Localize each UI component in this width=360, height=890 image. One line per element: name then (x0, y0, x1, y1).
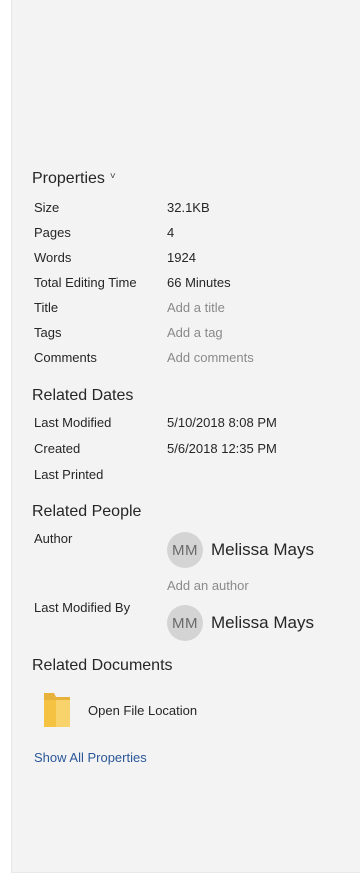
title-label: Title (34, 300, 59, 315)
author-person[interactable]: MM Melissa Mays (167, 532, 314, 568)
last-modified-label: Last Modified (34, 415, 112, 430)
last-modified-by-label: Last Modified By (34, 600, 131, 615)
size-value: 32.1KB (167, 200, 210, 215)
related-dates-heading: Related Dates (32, 387, 134, 404)
avatar: MM (167, 532, 203, 568)
words-label: Words (34, 250, 72, 265)
open-file-location-button[interactable]: Open File Location (42, 690, 197, 730)
properties-heading[interactable]: Properties ˅ (32, 170, 116, 188)
avatar: MM (167, 605, 203, 641)
pages-label: Pages (34, 225, 71, 240)
add-author-field[interactable]: Add an author (167, 578, 249, 593)
words-value: 1924 (167, 250, 196, 265)
total-editing-time-label: Total Editing Time (34, 275, 137, 290)
related-people-heading: Related People (32, 503, 142, 520)
show-all-properties-link[interactable]: Show All Properties (34, 750, 147, 765)
author-name: Melissa Mays (211, 540, 314, 559)
tags-label: Tags (34, 325, 62, 340)
last-modified-value: 5/10/2018 8:08 PM (167, 415, 277, 430)
properties-panel: Properties ˅ Size 32.1KB Pages 4 Words 19… (11, 0, 360, 873)
created-value: 5/6/2018 12:35 PM (167, 441, 277, 456)
pages-value: 4 (167, 225, 175, 240)
related-documents-heading: Related Documents (32, 657, 173, 674)
last-printed-label: Last Printed (34, 467, 104, 482)
folder-icon (44, 693, 70, 727)
size-label: Size (34, 200, 60, 215)
comments-label: Comments (34, 350, 97, 365)
author-label: Author (34, 531, 73, 546)
properties-heading-label: Properties (32, 170, 105, 187)
total-editing-time-value: 66 Minutes (167, 275, 231, 290)
created-label: Created (34, 441, 81, 456)
open-file-location-label: Open File Location (88, 702, 198, 718)
comments-field[interactable]: Add comments (167, 350, 254, 365)
last-modified-by-name: Melissa Mays (211, 613, 314, 632)
chevron-down-icon[interactable]: ˅ (110, 171, 116, 182)
tags-field[interactable]: Add a tag (167, 325, 223, 340)
last-modified-by-person[interactable]: MM Melissa Mays (167, 605, 314, 641)
title-field[interactable]: Add a title (167, 300, 225, 315)
